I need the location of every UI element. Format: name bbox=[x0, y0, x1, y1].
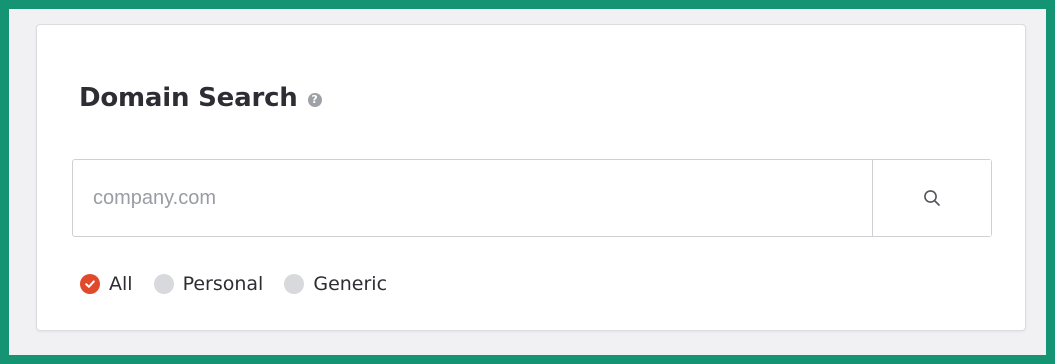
checkmark-icon bbox=[85, 280, 95, 288]
search-icon bbox=[924, 190, 940, 206]
help-icon[interactable]: ? bbox=[307, 93, 322, 107]
radio-unchecked-icon[interactable] bbox=[284, 274, 305, 294]
filter-generic-label: Generic bbox=[313, 273, 388, 295]
domain-search-input[interactable] bbox=[73, 160, 872, 236]
radio-checked-icon[interactable] bbox=[80, 274, 100, 294]
filter-generic[interactable]: Generic bbox=[284, 273, 387, 295]
page-title: Domain Search bbox=[79, 83, 298, 113]
filter-all-label: All bbox=[109, 273, 133, 295]
filter-all[interactable]: All bbox=[80, 273, 133, 295]
filter-personal[interactable]: Personal bbox=[153, 273, 264, 295]
filter-personal-label: Personal bbox=[182, 273, 264, 295]
title-row: Domain Search ? bbox=[79, 83, 322, 113]
search-button[interactable] bbox=[872, 160, 991, 236]
email-type-filters: All Personal Generic bbox=[80, 273, 408, 295]
window-frame: Domain Search ? All bbox=[0, 0, 1055, 364]
domain-search-card: Domain Search ? All bbox=[36, 24, 1026, 331]
search-box bbox=[72, 159, 992, 237]
radio-unchecked-icon[interactable] bbox=[153, 274, 174, 294]
